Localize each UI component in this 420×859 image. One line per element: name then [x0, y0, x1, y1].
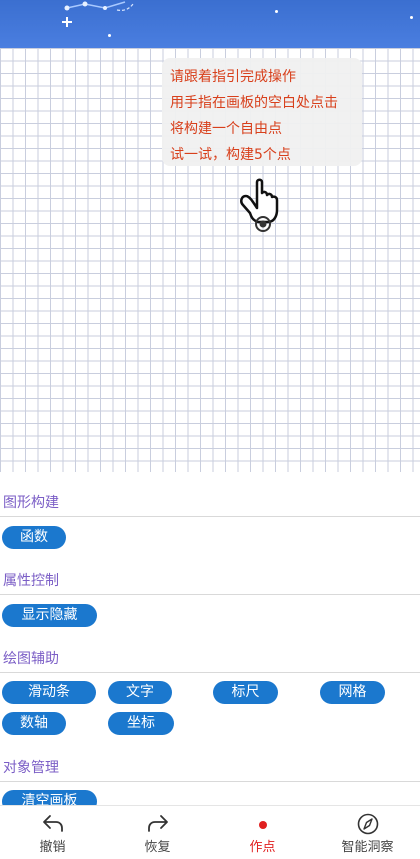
section-title-property: 属性控制: [3, 573, 59, 589]
point-label: 作点: [249, 840, 276, 855]
coordinate-button[interactable]: 坐标: [108, 712, 174, 735]
redo-icon: [147, 815, 168, 832]
guide-tooltip: 请跟着指引完成操作 用手指在画板的空白处点击 将构建一个自由点 试一试，构建5个…: [162, 58, 362, 166]
guide-line: 用手指在画板的空白处点击: [170, 95, 338, 111]
slider-button[interactable]: 滑动条: [2, 681, 96, 704]
divider: [0, 516, 420, 517]
redo-label: 恢复: [144, 840, 171, 855]
section-title-drawing-aid: 绘图辅助: [3, 651, 59, 667]
text-button[interactable]: 文字: [108, 681, 172, 704]
divider: [0, 781, 420, 782]
star-decoration: [108, 34, 111, 37]
tool-panel: 图形构建 函数 属性控制 显示隐藏 绘图辅助 滑动条 文字 标尺 网格 数轴 坐…: [0, 472, 420, 805]
divider: [0, 672, 420, 673]
star-decoration: [275, 10, 278, 13]
star-decoration: [410, 16, 413, 19]
guide-line: 请跟着指引完成操作: [170, 69, 296, 85]
clear-board-button[interactable]: 清空画板: [2, 790, 97, 805]
top-banner: [0, 0, 420, 48]
divider: [0, 594, 420, 595]
bottom-nav: 撤销 恢复 作点 智能洞察: [0, 805, 420, 859]
show-hide-button[interactable]: 显示隐藏: [2, 604, 97, 627]
function-button[interactable]: 函数: [2, 526, 66, 549]
undo-label: 撤销: [39, 840, 66, 855]
point-dot-icon: [258, 821, 267, 829]
guide-line: 将构建一个自由点: [170, 121, 282, 137]
section-title-graph: 图形构建: [3, 495, 59, 511]
constellation-decoration-icon: [62, 1, 134, 27]
compass-icon: [357, 813, 378, 835]
ruler-button[interactable]: 标尺: [213, 681, 278, 704]
insight-tab[interactable]: 智能洞察: [315, 806, 420, 859]
redo-tab[interactable]: 恢复: [105, 806, 210, 859]
number-axis-button[interactable]: 数轴: [2, 712, 66, 735]
undo-tab[interactable]: 撤销: [0, 806, 105, 859]
guide-line: 试一试，构建5个点: [170, 147, 291, 163]
point-tab[interactable]: 作点: [210, 806, 315, 859]
pointing-hand-icon: [240, 178, 279, 232]
section-title-object: 对象管理: [3, 760, 59, 776]
grid-button[interactable]: 网格: [320, 681, 385, 704]
insight-label: 智能洞察: [341, 840, 394, 855]
undo-icon: [42, 815, 63, 832]
